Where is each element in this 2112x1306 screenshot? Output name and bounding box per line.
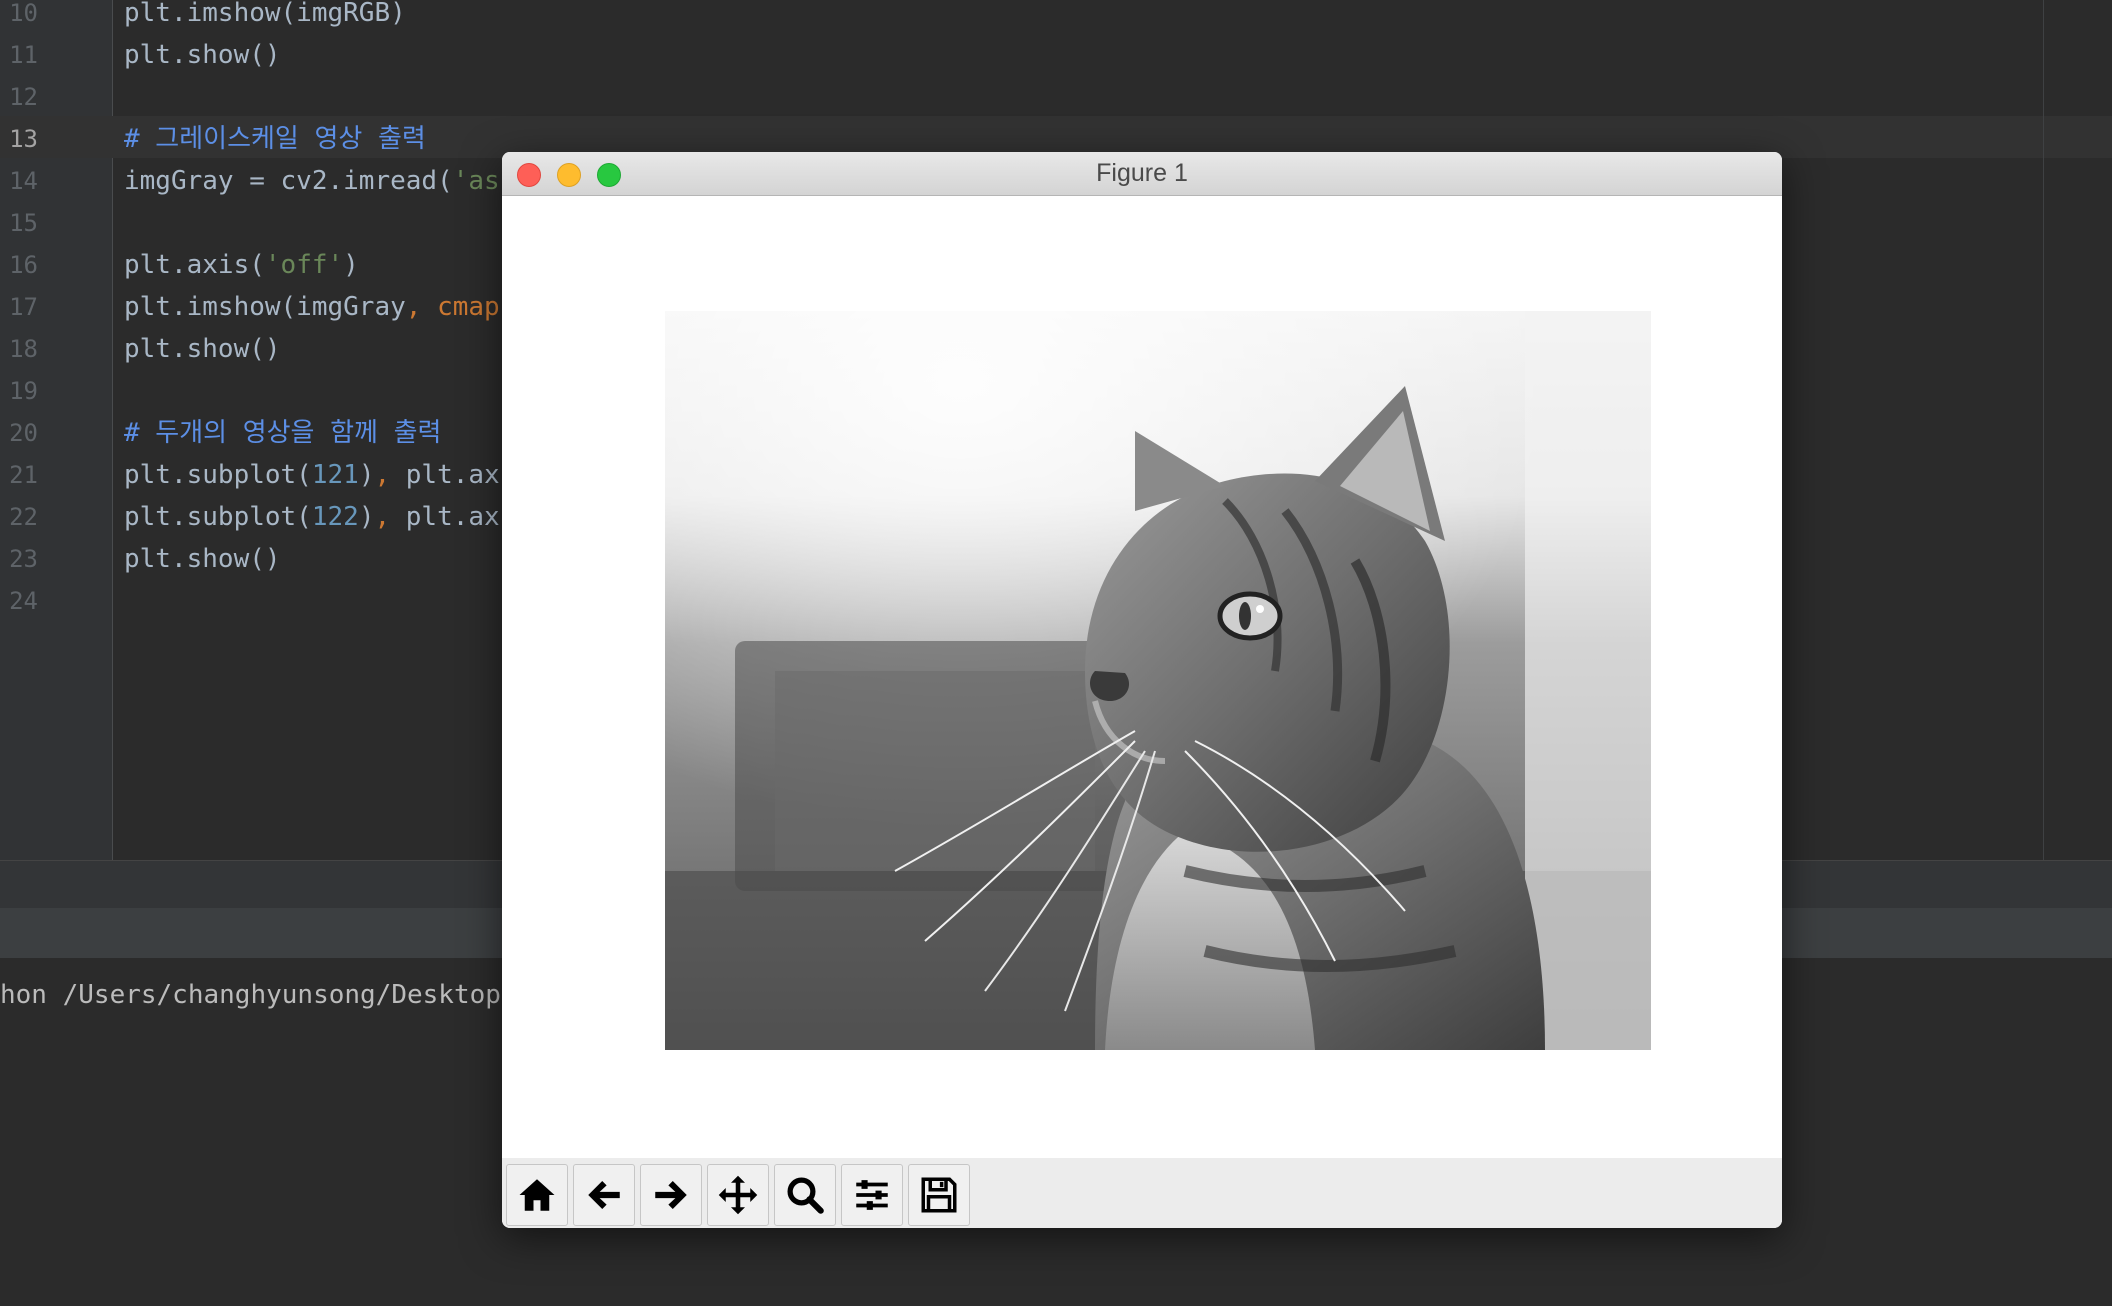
code-text: plt.subplot(121), plt.ax	[124, 454, 500, 496]
line-number: 16	[9, 251, 38, 279]
code-token: 'as	[452, 166, 500, 196]
floppy-disk-icon	[921, 1177, 957, 1213]
code-token: )	[343, 250, 359, 280]
code-text: # 두개의 영상을 함께 출력	[124, 412, 441, 454]
line-number: 13	[9, 125, 38, 153]
code-token: 122	[311, 502, 359, 532]
code-token: plt.show()	[124, 544, 281, 574]
line-number: 19	[9, 377, 38, 405]
code-token: plt.ax	[405, 502, 500, 532]
home-icon	[519, 1179, 555, 1211]
code-token: )	[358, 460, 375, 490]
line-number: 11	[9, 41, 38, 69]
arrow-left-icon	[588, 1181, 620, 1209]
line-number: 22	[9, 503, 38, 531]
magnifier-icon	[787, 1177, 824, 1214]
code-token: plt.show()	[124, 40, 281, 70]
save-button[interactable]	[908, 1164, 970, 1226]
code-text: plt.show()	[124, 328, 281, 370]
code-token: )	[358, 502, 375, 532]
code-token: ,	[374, 460, 406, 490]
code-text: plt.imshow(imgRGB)	[124, 0, 406, 34]
window-title: Figure 1	[1096, 159, 1188, 187]
code-text: imgGray = cv2.imread('as	[124, 160, 500, 202]
home-button[interactable]	[506, 1164, 568, 1226]
line-number: 10	[9, 0, 38, 27]
figure-window[interactable]: Figure 1	[502, 152, 1782, 1228]
console-command-line: hon /Users/changhyunsong/Desktop	[0, 980, 501, 1010]
line-number: 12	[9, 83, 38, 111]
code-token: imgGray = cv2.imread(	[124, 166, 453, 196]
code-token: plt.subplot(	[124, 502, 312, 532]
line-number: 21	[9, 461, 38, 489]
line-number: 24	[9, 587, 38, 615]
forward-button[interactable]	[640, 1164, 702, 1226]
figure-canvas[interactable]	[502, 196, 1782, 1158]
back-button[interactable]	[573, 1164, 635, 1226]
cat-image	[665, 311, 1651, 1050]
code-token: plt.show()	[124, 334, 281, 364]
code-token: , cmap	[405, 292, 500, 322]
code-token: plt.imshow(imgGray	[124, 292, 406, 322]
zoom-button[interactable]	[774, 1164, 836, 1226]
code-token: ,	[374, 502, 406, 532]
code-token: plt.subplot(	[124, 460, 312, 490]
move-icon	[718, 1175, 758, 1215]
arrow-right-icon	[655, 1181, 687, 1209]
line-number: 18	[9, 335, 38, 363]
pan-button[interactable]	[707, 1164, 769, 1226]
code-text: plt.show()	[124, 538, 281, 580]
code-text: plt.show()	[124, 34, 281, 76]
code-text: plt.axis('off')	[124, 244, 359, 286]
line-number: 23	[9, 545, 38, 573]
line-number: 14	[9, 167, 38, 195]
configure-subplots-button[interactable]	[841, 1164, 903, 1226]
code-text: plt.subplot(122), plt.ax	[124, 496, 500, 538]
code-token: 'off'	[264, 250, 344, 280]
code-token: plt.axis(	[124, 250, 265, 280]
code-token: plt.ax	[405, 460, 500, 490]
line-number: 20	[9, 419, 38, 447]
code-token: 121	[311, 460, 359, 490]
right-margin-guide	[2043, 0, 2044, 860]
window-titlebar[interactable]: Figure 1	[502, 152, 1782, 196]
line-number: 17	[9, 293, 38, 321]
sliders-icon	[856, 1180, 888, 1210]
code-token: # 그레이스케일 영상 출력	[124, 124, 426, 154]
code-token: plt.imshow(imgRGB)	[124, 0, 406, 28]
code-token: # 두개의 영상을 함께 출력	[124, 418, 442, 448]
line-number: 15	[9, 209, 38, 237]
figure-toolbar	[502, 1158, 1782, 1228]
code-text: plt.imshow(imgGray, cmap	[124, 286, 500, 328]
code-text: # 그레이스케일 영상 출력	[124, 118, 426, 160]
